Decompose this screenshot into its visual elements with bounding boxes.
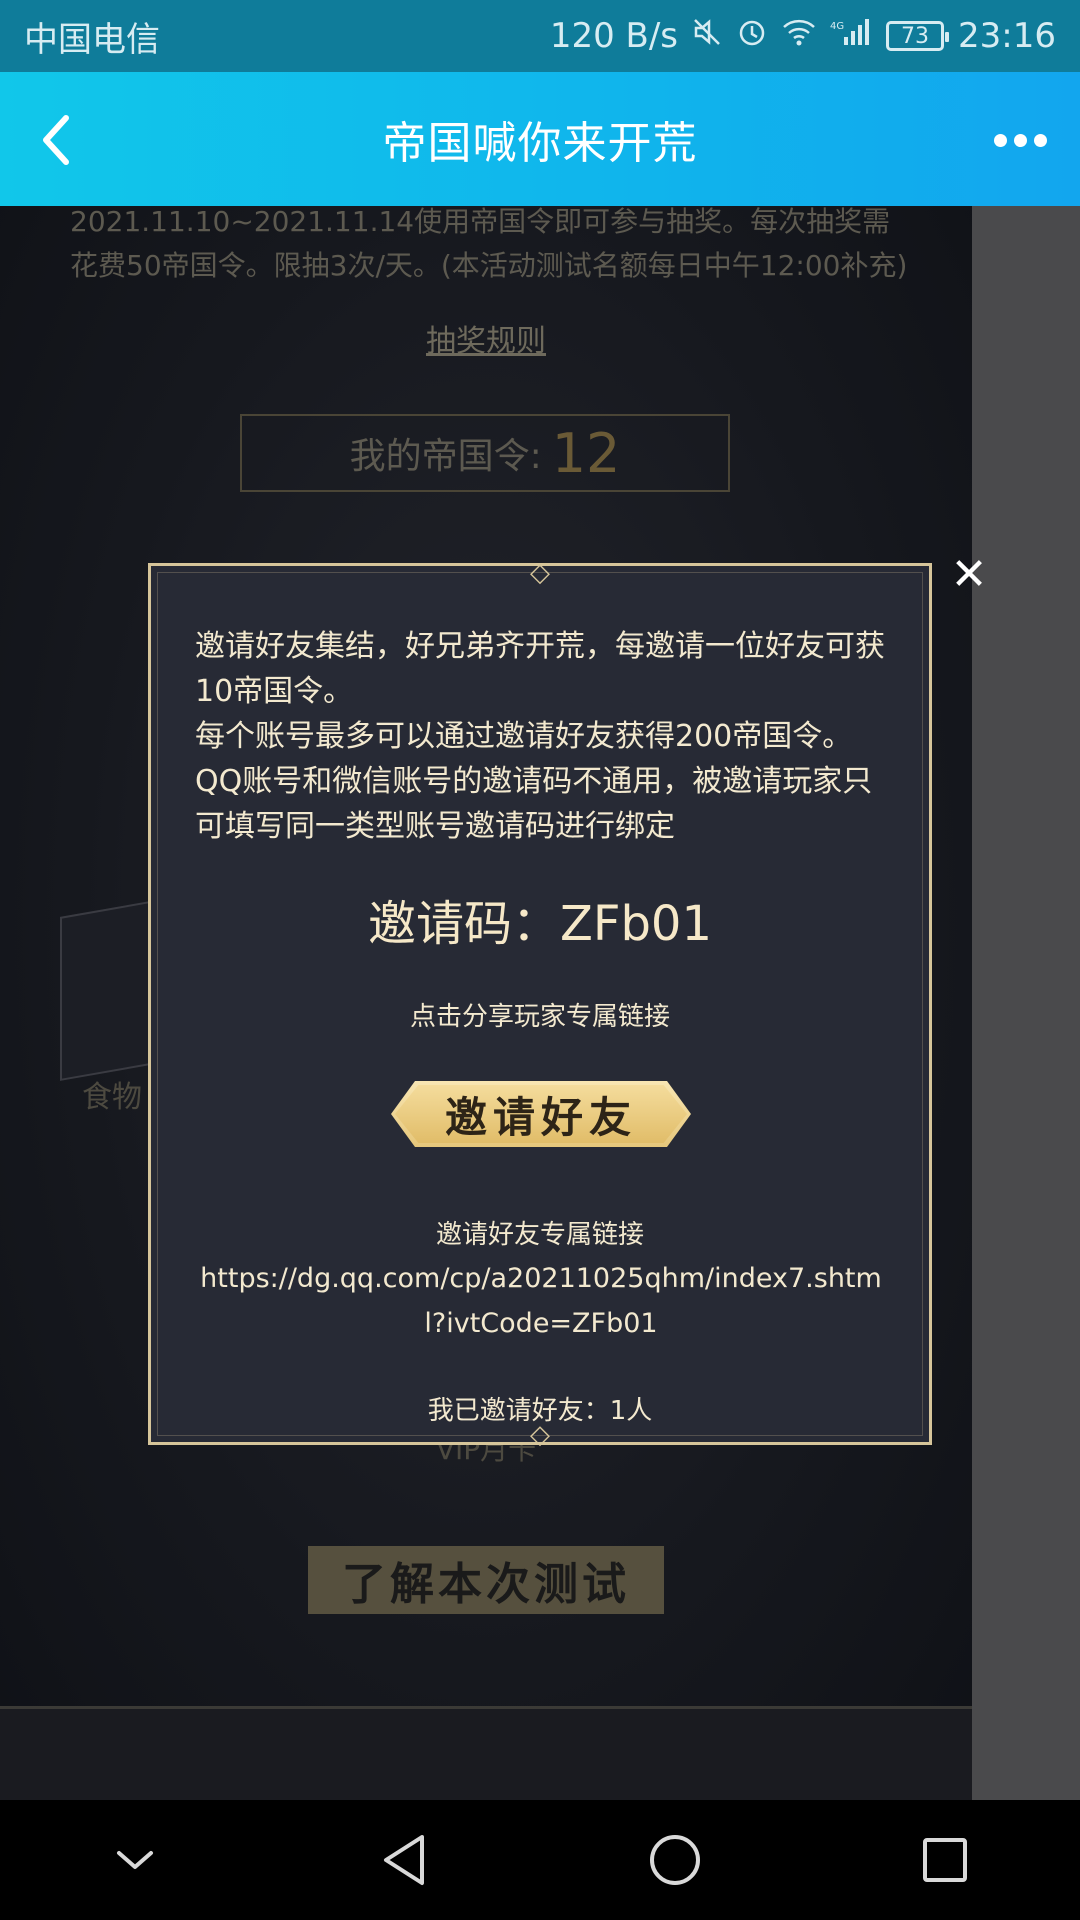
ornament-bottom-icon: ◇ — [530, 1420, 550, 1450]
system-nav-bar — [0, 1800, 1080, 1920]
network-speed: 120 B/s — [549, 16, 679, 56]
signal-4g-icon: 4G — [830, 17, 872, 55]
app-header: 帝国喊你来开荒 — [0, 72, 1080, 206]
status-icons: 120 B/s 4G 73 23:16 — [550, 16, 1056, 56]
bottom-frame — [0, 1706, 972, 1800]
tokens-label: 我的帝国令: — [349, 436, 542, 477]
wifi-icon — [782, 17, 816, 55]
mute-icon — [692, 17, 722, 55]
invite-link-title: 邀请好友专属链接 — [435, 1220, 644, 1250]
battery-indicator: 73 — [886, 21, 950, 51]
invite-description: 邀请好友集结，好兄弟齐开荒，每邀请一位好友可获10帝国令。 每个账号最多可以通过… — [195, 629, 885, 844]
alarm-icon — [736, 16, 768, 56]
clock: 23:16 — [958, 16, 1056, 56]
page-title: 帝国喊你来开荒 — [382, 118, 698, 169]
learn-test-button[interactable]: 了解本次测试 — [308, 1546, 664, 1614]
invite-modal: ◇ 邀请好友集结，好兄弟齐开荒，每邀请一位好友可获10帝国令。 每个账号最多可以… — [148, 558, 932, 1450]
lottery-rules-link[interactable]: 抽奖规则 — [0, 316, 972, 360]
recents-square-icon[interactable] — [895, 1810, 995, 1910]
ornament-top-icon: ◇ — [530, 558, 550, 588]
more-dots-icon[interactable] — [980, 100, 1060, 180]
svg-text:4G: 4G — [830, 21, 844, 32]
invite-link-url[interactable]: https://dg.qq.com/cp/a20211025qhm/index7… — [191, 1256, 891, 1346]
back-triangle-icon[interactable] — [355, 1810, 455, 1910]
share-hint: 点击分享玩家专属链接 — [409, 1002, 670, 1032]
collapse-icon[interactable] — [85, 1810, 185, 1910]
status-bar: 中国电信 120 B/s 4G 73 23:16 — [0, 0, 1080, 72]
side-overlay — [972, 206, 1080, 1800]
chevron-left-icon[interactable] — [16, 100, 96, 180]
my-tokens-box: 我的帝国令: 12 — [240, 414, 730, 492]
tokens-value: 12 — [551, 421, 621, 485]
lottery-description: 2021.11.10~2021.11.14使用帝国令即可参与抽奖。每次抽奖需花费… — [70, 206, 908, 282]
invite-friends-button[interactable]: 邀请好友 — [391, 1081, 691, 1147]
invite-friends-label: 邀请好友 — [395, 1085, 687, 1143]
home-circle-icon[interactable] — [625, 1810, 725, 1910]
close-icon[interactable]: ✕ — [946, 552, 992, 598]
food-label: 食物 — [82, 1080, 142, 1115]
carrier-label: 中国电信 — [24, 19, 160, 60]
invite-code: 邀请码：ZFb01 — [367, 896, 713, 952]
